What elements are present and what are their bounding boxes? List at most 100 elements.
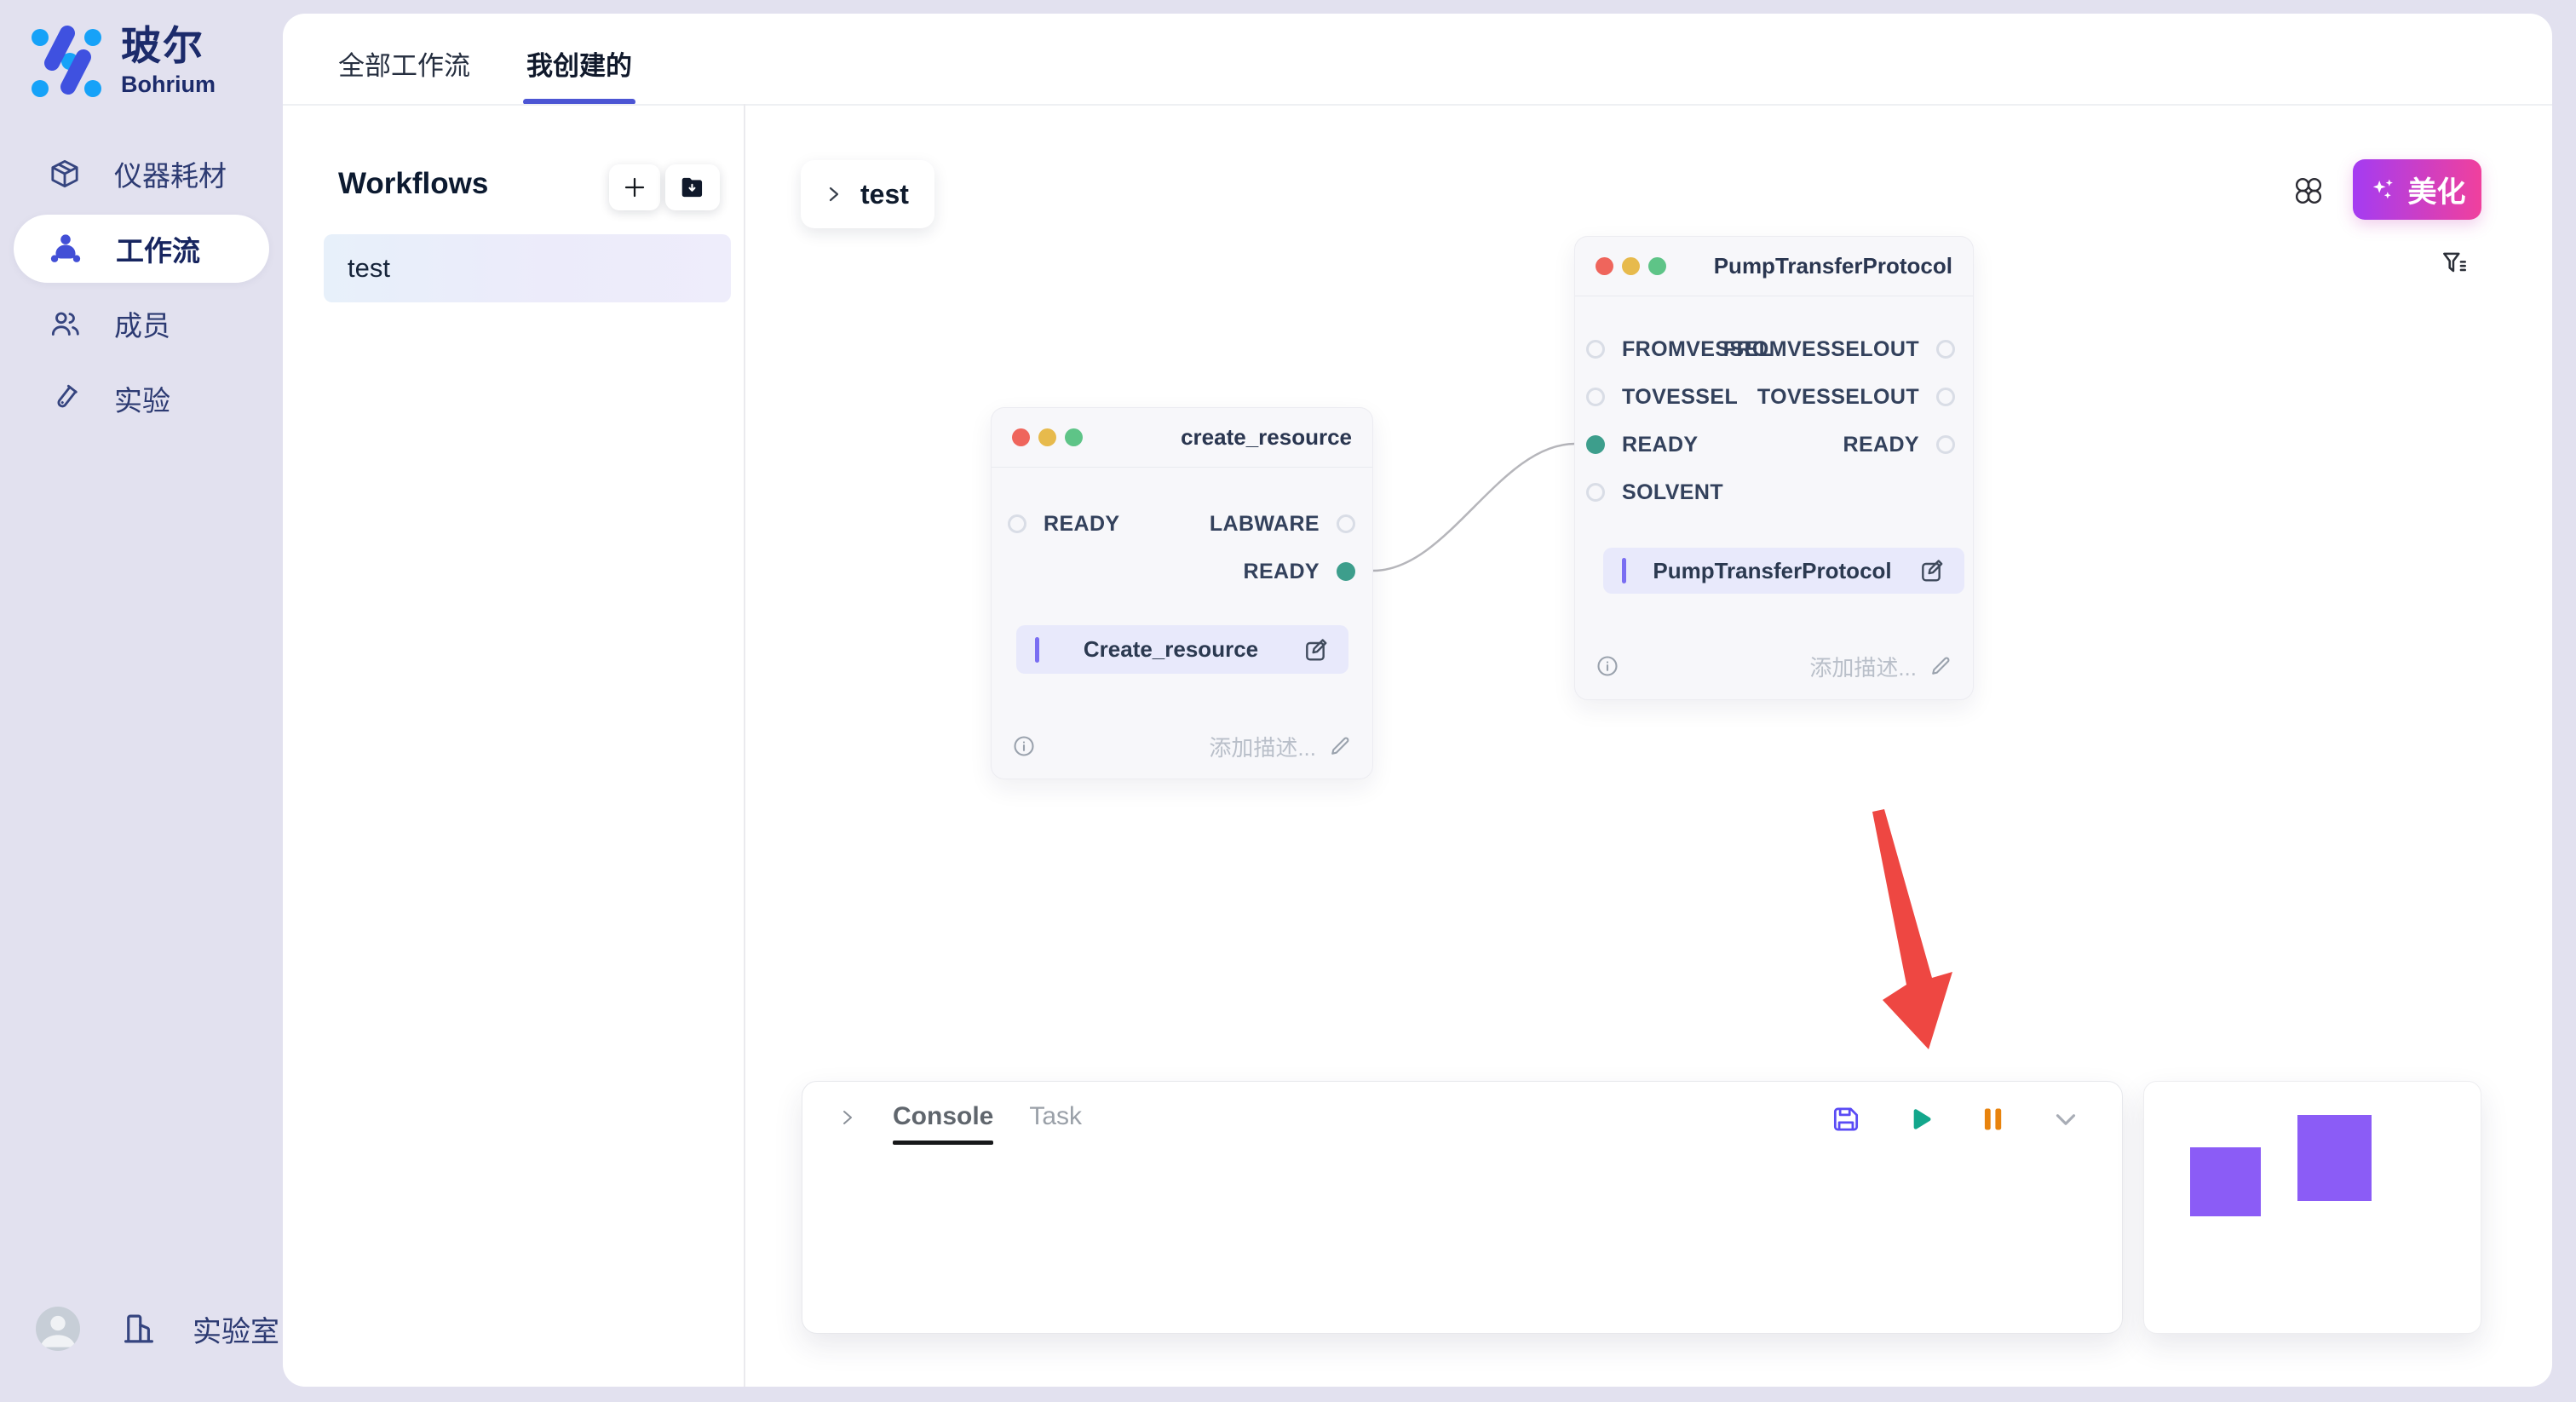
bohrium-logo-icon bbox=[29, 24, 102, 99]
workflow-list-item[interactable]: test bbox=[324, 234, 731, 302]
folder-download-icon bbox=[679, 174, 706, 201]
import-workflow-button[interactable] bbox=[665, 164, 720, 210]
chevron-right-icon bbox=[823, 184, 843, 204]
input-port-ready[interactable]: READY bbox=[1008, 513, 1120, 535]
description-placeholder[interactable]: 添加描述... bbox=[1809, 651, 1917, 682]
input-port-ready[interactable]: READY bbox=[1586, 434, 1699, 456]
minimap-node-pump-transfer bbox=[2297, 1115, 2372, 1201]
output-port-tovesselout[interactable]: TOVESSELOUT bbox=[1757, 386, 1955, 408]
sidebar-item-label: 仪器耗材 bbox=[114, 153, 227, 194]
tab-console[interactable]: Console bbox=[893, 1102, 993, 1145]
yellow-dot-icon bbox=[1622, 257, 1640, 275]
brand-name-en: Bohrium bbox=[121, 72, 216, 98]
output-port-ready[interactable]: READY bbox=[1243, 560, 1355, 583]
red-dot-icon bbox=[1596, 257, 1613, 275]
console-header: Console Task bbox=[837, 1102, 1082, 1145]
pause-icon[interactable] bbox=[1975, 1102, 2010, 1136]
save-icon[interactable] bbox=[1829, 1102, 1863, 1136]
tab-created-by-me[interactable]: 我创建的 bbox=[526, 44, 632, 105]
tab-task[interactable]: Task bbox=[1029, 1102, 1082, 1145]
port-label: LABWARE bbox=[1210, 512, 1320, 537]
sidebar-item-instruments[interactable]: 仪器耗材 bbox=[0, 136, 283, 211]
panel-divider bbox=[744, 104, 745, 1387]
port-circle[interactable] bbox=[1586, 388, 1605, 406]
sidebar-item-label: 成员 bbox=[114, 303, 170, 344]
input-port-solvent[interactable]: SOLVENT bbox=[1586, 481, 1723, 503]
beautify-button[interactable]: 美化 bbox=[2353, 159, 2481, 220]
port-label: READY bbox=[1044, 512, 1120, 537]
breadcrumb-label: test bbox=[860, 179, 909, 210]
building-icon bbox=[121, 1311, 157, 1347]
command-icon bbox=[2292, 175, 2325, 207]
brand-name-cn: 玻尔 bbox=[121, 24, 216, 68]
sidebar-item-experiment[interactable]: 实验 bbox=[0, 361, 283, 436]
port-circle[interactable] bbox=[1936, 388, 1955, 406]
node-pump-transfer-protocol[interactable]: PumpTransferProtocol FROMVESSEL TOVESSEL… bbox=[1574, 236, 1974, 700]
info-icon[interactable] bbox=[1596, 654, 1619, 678]
package-icon bbox=[48, 157, 82, 191]
input-port-tovessel[interactable]: TOVESSEL bbox=[1586, 386, 1738, 408]
port-circle[interactable] bbox=[1008, 514, 1026, 533]
action-label: Create_resource bbox=[1039, 636, 1302, 663]
sidebar-item-members[interactable]: 成员 bbox=[0, 286, 283, 361]
port-label: READY bbox=[1843, 433, 1919, 457]
edit-icon[interactable] bbox=[1918, 557, 1946, 584]
chevron-down-icon[interactable] bbox=[2049, 1102, 2083, 1136]
description-placeholder[interactable]: 添加描述... bbox=[1209, 731, 1316, 762]
port-label: FROMVESSELOUT bbox=[1723, 337, 1919, 362]
port-label: SOLVENT bbox=[1622, 480, 1723, 505]
header-tabs: 全部工作流 我创建的 bbox=[338, 44, 632, 105]
traffic-light-dots bbox=[1596, 257, 1666, 275]
port-circle[interactable] bbox=[1337, 514, 1355, 533]
node-title: PumpTransferProtocol bbox=[1714, 253, 1952, 279]
sidebar-footer: 实验室 bbox=[36, 1307, 279, 1351]
port-circle[interactable] bbox=[1586, 340, 1605, 359]
pencil-icon[interactable] bbox=[1929, 654, 1952, 678]
port-circle[interactable] bbox=[1586, 435, 1605, 454]
port-circle[interactable] bbox=[1936, 435, 1955, 454]
info-icon[interactable] bbox=[1012, 734, 1036, 758]
command-button[interactable] bbox=[2292, 175, 2325, 207]
filter-button[interactable] bbox=[2439, 248, 2470, 279]
output-port-labware[interactable]: LABWARE bbox=[1210, 513, 1355, 535]
sidebar: 玻尔 Bohrium 仪器耗材 bbox=[0, 0, 283, 1402]
output-port-fromvesselout[interactable]: FROMVESSELOUT bbox=[1723, 338, 1955, 360]
workflow-team-icon bbox=[48, 231, 83, 267]
edit-icon[interactable] bbox=[1302, 636, 1330, 664]
expand-chevron-icon[interactable] bbox=[837, 1107, 857, 1140]
minimap[interactable] bbox=[2143, 1081, 2481, 1334]
port-circle[interactable] bbox=[1936, 340, 1955, 359]
breadcrumb[interactable]: test bbox=[801, 160, 934, 228]
sidebar-item-workflow[interactable]: 工作流 bbox=[14, 215, 269, 283]
beautify-label: 美化 bbox=[2408, 169, 2466, 210]
play-icon[interactable] bbox=[1902, 1102, 1936, 1136]
port-label: READY bbox=[1243, 560, 1320, 584]
annotation-arrow bbox=[1872, 809, 1952, 1049]
port-circle[interactable] bbox=[1586, 483, 1605, 502]
green-dot-icon bbox=[1648, 257, 1666, 275]
action-label: PumpTransferProtocol bbox=[1626, 558, 1918, 584]
output-port-ready[interactable]: READY bbox=[1843, 434, 1955, 456]
green-dot-icon bbox=[1065, 428, 1083, 446]
node-footer: 添加描述... bbox=[1596, 647, 1952, 685]
red-dot-icon bbox=[1012, 428, 1030, 446]
node-title: create_resource bbox=[1181, 424, 1352, 451]
node-action-button[interactable]: PumpTransferProtocol bbox=[1603, 548, 1964, 594]
minimap-node-create-resource bbox=[2190, 1147, 2261, 1216]
traffic-light-dots bbox=[1012, 428, 1083, 446]
add-workflow-button[interactable] bbox=[609, 164, 660, 210]
node-create-resource[interactable]: create_resource READY LABWARE READY Crea… bbox=[991, 407, 1373, 779]
yellow-dot-icon bbox=[1038, 428, 1056, 446]
port-circle[interactable] bbox=[1337, 562, 1355, 581]
port-label: TOVESSEL bbox=[1622, 385, 1738, 410]
tab-all-workflows[interactable]: 全部工作流 bbox=[338, 44, 470, 105]
avatar[interactable] bbox=[36, 1307, 80, 1351]
node-header: create_resource bbox=[992, 408, 1372, 468]
experiment-icon bbox=[48, 382, 82, 416]
pencil-icon[interactable] bbox=[1328, 734, 1352, 758]
workflow-item-name: test bbox=[348, 253, 390, 284]
node-action-button[interactable]: Create_resource bbox=[1016, 625, 1348, 674]
app-window: 玻尔 Bohrium 仪器耗材 bbox=[0, 0, 2576, 1402]
tabs-divider bbox=[283, 104, 2552, 106]
lab-label[interactable]: 实验室 bbox=[193, 1308, 279, 1350]
